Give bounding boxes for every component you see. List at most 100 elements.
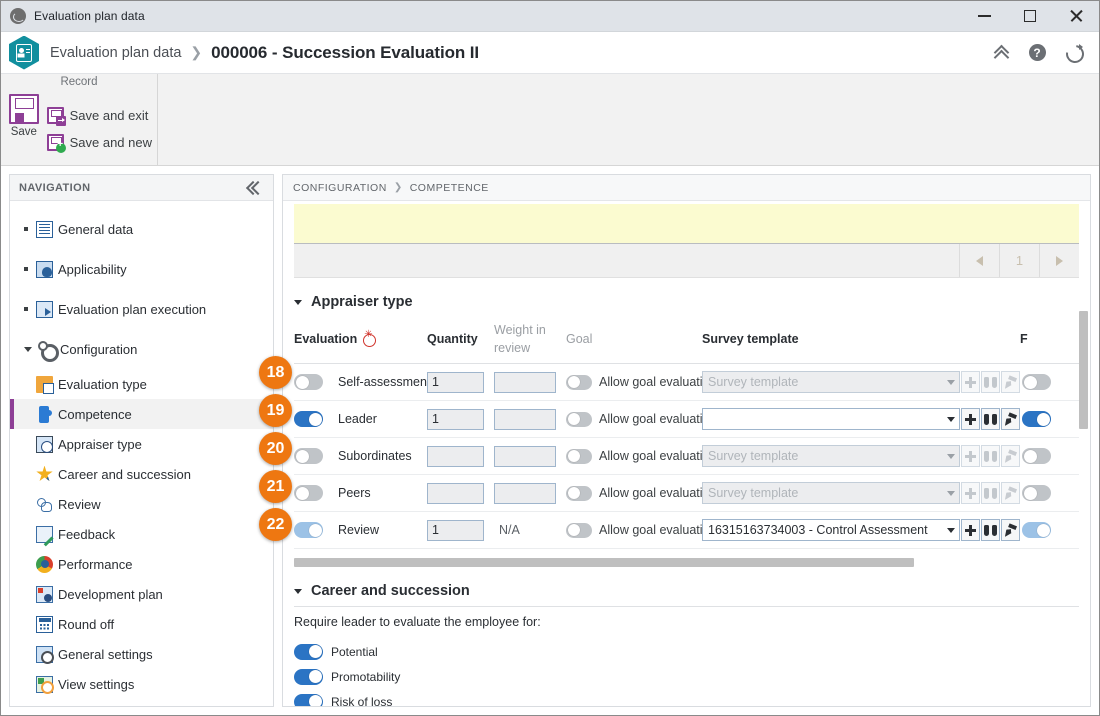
chevron-down-icon[interactable] (24, 346, 32, 352)
career-option-toggle[interactable] (294, 668, 323, 685)
quantity-input[interactable] (427, 445, 484, 467)
appraiser-type-section-header[interactable]: Appraiser type (283, 278, 1090, 317)
collapse-ribbon-button[interactable] (985, 37, 1017, 69)
sidebar-item-configuration[interactable]: Configuration (10, 329, 273, 369)
help-button[interactable]: ? (1021, 37, 1053, 69)
survey-template-value: Survey template (708, 375, 799, 389)
clear-survey-template-button[interactable] (1001, 445, 1020, 467)
weight-in-review-input[interactable] (494, 408, 556, 430)
sidebar-item-performance[interactable]: Performance (10, 549, 273, 579)
allow-goal-evaluation-toggle[interactable] (566, 374, 592, 390)
career-option-toggle[interactable] (294, 693, 323, 706)
quantity-input[interactable] (427, 408, 484, 430)
enable-toggle[interactable] (294, 485, 323, 501)
weight-in-review-input[interactable] (494, 371, 556, 393)
plus-icon (965, 376, 976, 388)
sidebar-item-competence[interactable]: Competence (10, 399, 273, 429)
close-button[interactable] (1053, 1, 1099, 32)
header-actions: ? (985, 37, 1099, 69)
sidebar-item-general-settings[interactable]: General settings (10, 639, 273, 669)
sidebar-item-review[interactable]: Review (10, 489, 273, 519)
quantity-input[interactable] (427, 519, 484, 541)
refresh-button[interactable] (1057, 37, 1089, 69)
search-survey-template-button[interactable] (981, 519, 1000, 541)
save-and-exit-icon (46, 106, 66, 126)
brush-icon (1003, 412, 1018, 426)
weight-in-review-input[interactable] (494, 482, 556, 504)
maximize-button[interactable] (1007, 1, 1053, 32)
search-survey-template-button[interactable] (981, 371, 1000, 393)
pager-previous-button[interactable] (959, 244, 999, 277)
weight-in-review-value: N/A (499, 523, 520, 537)
title-bar: Evaluation plan data (1, 1, 1099, 32)
enable-toggle[interactable] (294, 374, 323, 390)
sidebar-item-general-data[interactable]: General data (10, 209, 273, 249)
horizontal-scrollbar-thumb[interactable] (294, 558, 915, 567)
pager-page-number[interactable]: 1 (999, 244, 1039, 277)
career-option-toggle[interactable] (294, 643, 323, 660)
pager-next-button[interactable] (1039, 244, 1079, 277)
clear-survey-template-button[interactable] (1001, 519, 1020, 541)
survey-template-select[interactable]: Survey template (702, 482, 960, 504)
allow-goal-evaluation-toggle[interactable] (566, 485, 592, 501)
career-succession-section-header[interactable]: Career and succession (283, 567, 1090, 606)
save-and-new-button[interactable]: Save and new (45, 132, 157, 153)
sidebar-item-development-plan[interactable]: Development plan (10, 579, 273, 609)
add-survey-template-button[interactable] (961, 445, 980, 467)
ribbon-group-record: Record Save Save and exit Save and new (1, 74, 158, 165)
sidebar-item-label: Appraiser type (58, 436, 142, 452)
vertical-scrollbar-thumb[interactable] (1079, 311, 1088, 429)
sidebar-item-label: General settings (58, 646, 153, 662)
quantity-input[interactable] (427, 371, 484, 393)
enable-toggle[interactable] (294, 411, 323, 427)
add-survey-template-button[interactable] (961, 519, 980, 541)
sidebar-item-evaluation-type[interactable]: Evaluation type (10, 369, 273, 399)
breadcrumb-root[interactable]: Evaluation plan data (50, 45, 181, 61)
horizontal-scrollbar[interactable] (294, 558, 1079, 567)
allow-goal-evaluation-toggle[interactable] (566, 522, 592, 538)
survey-template-select[interactable]: 16315163734003 - Control Assessment (702, 519, 960, 541)
table-row: Self-assessment Allow goal evaluationSurv… (294, 364, 1079, 401)
plus-icon (965, 524, 976, 536)
binoculars-icon (984, 376, 997, 388)
enable-toggle[interactable] (294, 448, 323, 464)
cut-off-toggle[interactable] (1022, 485, 1051, 501)
save-and-exit-button[interactable]: Save and exit (45, 105, 157, 126)
allow-goal-evaluation-toggle[interactable] (566, 448, 592, 464)
cut-off-toggle[interactable] (1022, 522, 1051, 538)
enable-toggle[interactable] (294, 522, 323, 538)
vertical-scrollbar[interactable] (1079, 311, 1088, 569)
sidebar-item-feedback[interactable]: Feedback (10, 519, 273, 549)
survey-template-select[interactable] (702, 408, 960, 430)
quantity-input[interactable] (427, 482, 484, 504)
minimize-button[interactable] (961, 1, 1007, 32)
sidebar-item-view-settings[interactable]: View settings (10, 669, 273, 699)
cut-off-toggle[interactable] (1022, 411, 1051, 427)
add-survey-template-button[interactable] (961, 408, 980, 430)
search-survey-template-button[interactable] (981, 445, 1000, 467)
search-survey-template-button[interactable] (981, 408, 1000, 430)
allow-goal-evaluation-toggle[interactable] (566, 411, 592, 427)
sidebar-item-evaluation-plan-execution[interactable]: Evaluation plan execution (10, 289, 273, 329)
search-survey-template-button[interactable] (981, 482, 1000, 504)
collapse-sidebar-icon[interactable] (248, 181, 264, 195)
sidebar-item-applicability[interactable]: Applicability (10, 249, 273, 289)
sidebar-item-career-and-succession[interactable]: Career and succession (10, 459, 273, 489)
table-row: Peers Allow goal evaluation Survey templat… (294, 475, 1079, 512)
add-survey-template-button[interactable] (961, 371, 980, 393)
weight-in-review-input[interactable] (494, 445, 556, 467)
sidebar-item-round-off[interactable]: Round off (10, 609, 273, 639)
sidebar-item-label: Round off (58, 616, 115, 632)
cut-off-toggle[interactable] (1022, 448, 1051, 464)
clear-survey-template-button[interactable] (1001, 482, 1020, 504)
survey-template-select[interactable]: Survey template (702, 371, 960, 393)
add-survey-template-button[interactable] (961, 482, 980, 504)
save-button[interactable]: Save (7, 92, 41, 165)
clear-survey-template-button[interactable] (1001, 408, 1020, 430)
main-breadcrumb-parent[interactable]: CONFIGURATION (293, 182, 387, 194)
sidebar-item-appraiser-type[interactable]: Appraiser type (10, 429, 273, 459)
clear-survey-template-button[interactable] (1001, 371, 1020, 393)
minimize-icon (977, 15, 991, 17)
cut-off-toggle[interactable] (1022, 374, 1051, 390)
survey-template-select[interactable]: Survey template (702, 445, 960, 467)
